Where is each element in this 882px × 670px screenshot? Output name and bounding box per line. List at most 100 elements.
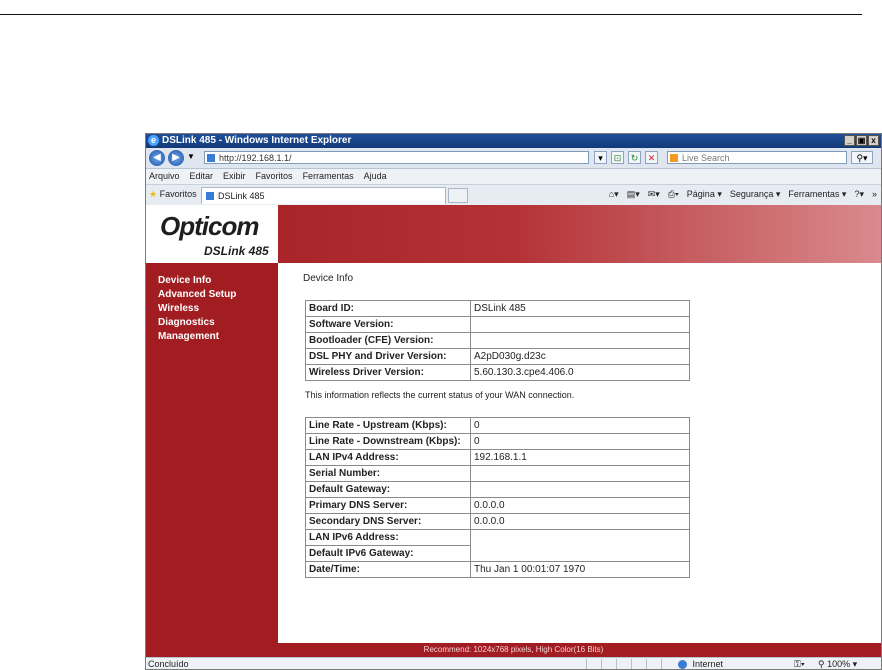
menu-item-favoritos[interactable]: Favoritos xyxy=(256,169,293,184)
search-input[interactable]: Live Search xyxy=(667,151,847,164)
security-menu[interactable]: Segurança ▾ xyxy=(730,189,781,200)
print-icon[interactable]: ⎙▾ xyxy=(668,189,679,200)
favorites-button[interactable]: ★ Favoritos xyxy=(149,189,197,200)
menu-item-editar[interactable]: Editar xyxy=(190,169,214,184)
page-viewport: Opticom DSLink 485 Device Info Advanced … xyxy=(146,205,881,657)
command-bar: ⌂▾ ▤▾ ✉▾ ⎙▾ Página ▾ Segurança ▾ Ferrame… xyxy=(609,189,877,200)
refresh-icon[interactable]: ↻ xyxy=(628,151,641,164)
table-row: Bootloader (CFE) Version: xyxy=(305,332,690,349)
table-row: LAN IPv6 Address: xyxy=(305,529,690,562)
field-value: 0 xyxy=(470,417,690,434)
zone-label: Internet xyxy=(692,659,724,669)
history-dropdown-icon[interactable]: ▼ xyxy=(187,152,195,161)
menu-item-ajuda[interactable]: Ajuda xyxy=(364,169,387,184)
field-label: LAN IPv4 Address: xyxy=(305,449,471,466)
menu-item-arquivo[interactable]: Arquivo xyxy=(149,169,180,184)
page-menu[interactable]: Página ▾ xyxy=(687,189,722,200)
sidebar-item-wireless[interactable]: Wireless xyxy=(158,302,278,316)
table-row: Secondary DNS Server: 0.0.0.0 xyxy=(305,513,690,530)
sidebar: Device Info Advanced Setup Wireless Diag… xyxy=(146,263,278,643)
mail-icon[interactable]: ✉▾ xyxy=(648,189,660,200)
table-row: Default Gateway: xyxy=(305,481,690,498)
status-text: Concluído xyxy=(148,659,189,669)
url-input[interactable]: http://192.168.1.1/ xyxy=(204,151,589,164)
zoom-level: 100% xyxy=(827,659,851,669)
address-bar: ◀ ▶ ▼ http://192.168.1.1/ ▾ ⊡ ↻ ✕ Live S… xyxy=(146,148,881,169)
field-label: Primary DNS Server: xyxy=(305,497,471,514)
field-label: Bootloader (CFE) Version: xyxy=(305,332,471,349)
url-text: http://192.168.1.1/ xyxy=(219,153,292,163)
menu-item-exibir[interactable]: Exibir xyxy=(223,169,246,184)
window-controls: _ ▣ x xyxy=(844,135,879,146)
table-row: Primary DNS Server: 0.0.0.0 xyxy=(305,497,690,514)
field-value xyxy=(470,332,690,349)
star-icon: ★ xyxy=(149,189,158,199)
field-label: Software Version: xyxy=(305,316,471,333)
table-row: LAN IPv4 Address: 192.168.1.1 xyxy=(305,449,690,466)
live-search-icon xyxy=(670,154,678,162)
window-title: DSLink 485 - Windows Internet Explorer xyxy=(162,135,352,146)
logo-brand: Opticom xyxy=(160,211,259,241)
sidebar-item-diagnostics[interactable]: Diagnostics xyxy=(158,316,278,330)
field-label: Line Rate - Upstream (Kbps): xyxy=(305,417,471,434)
security-zone[interactable]: Internet xyxy=(678,658,724,669)
tools-menu[interactable]: Ferramentas ▾ xyxy=(788,189,846,200)
field-value: 0.0.0.0 xyxy=(470,513,690,530)
field-value xyxy=(470,481,690,498)
table-row: Board ID: DSLink 485 xyxy=(305,300,690,317)
favorites-label: Favoritos xyxy=(159,189,197,199)
feeds-icon[interactable]: ▤▾ xyxy=(627,189,640,200)
table-row: Line Rate - Downstream (Kbps): 0 xyxy=(305,433,690,450)
field-label: Board ID: xyxy=(305,300,471,317)
field-value: Thu Jan 1 00:01:07 1970 xyxy=(470,561,690,578)
sidebar-item-management[interactable]: Management xyxy=(158,330,278,344)
back-arrow-icon[interactable]: ◀ xyxy=(149,150,165,166)
sidebar-item-device-info[interactable]: Device Info xyxy=(158,274,278,288)
status-segment xyxy=(601,659,615,669)
field-value: A2pD030g.d23c xyxy=(470,348,690,365)
status-segment xyxy=(631,659,645,669)
footer-recommendation: Recommend: 1024x768 pixels, High Color(1… xyxy=(146,643,881,657)
help-icon[interactable]: ?▾ xyxy=(854,189,864,200)
stop-icon[interactable]: ✕ xyxy=(645,151,658,164)
menu-item-ferramentas[interactable]: Ferramentas xyxy=(303,169,354,184)
field-value xyxy=(470,529,690,562)
maximize-button[interactable]: ▣ xyxy=(856,135,867,146)
field-label: Secondary DNS Server: xyxy=(305,513,471,530)
home-icon[interactable]: ⌂▾ xyxy=(609,189,619,200)
sidebar-item-advanced-setup[interactable]: Advanced Setup xyxy=(158,288,278,302)
title-bar: e DSLink 485 - Windows Internet Explorer… xyxy=(146,134,881,148)
close-button[interactable]: x xyxy=(868,135,879,146)
zoom-control[interactable]: ⚲ 100% ▾ xyxy=(818,658,857,669)
search-icon[interactable]: ⚲▾ xyxy=(851,151,873,164)
field-label: Serial Number: xyxy=(305,465,471,482)
field-value: DSLink 485 xyxy=(470,300,690,317)
status-segment xyxy=(646,659,660,669)
menu-bar: Arquivo Editar Exibir Favoritos Ferramen… xyxy=(146,169,881,185)
favorites-bar: ★ Favoritos DSLink 485 ⌂▾ ▤▾ ✉▾ ⎙▾ Págin… xyxy=(146,185,881,206)
page-title: Device Info xyxy=(303,273,354,284)
status-bar: Concluído Internet ⚿▾ ⚲ 100% ▾ xyxy=(146,657,881,669)
table-row: Line Rate - Upstream (Kbps): 0 xyxy=(305,417,690,434)
document-top-rule xyxy=(0,14,862,15)
main-content: Device Info Board ID: DSLink 485 Software… xyxy=(278,263,881,643)
compatibility-icon[interactable]: ⊡ xyxy=(611,151,624,164)
new-tab-button[interactable] xyxy=(448,188,468,203)
table-row: DSL PHY and Driver Version: A2pD030g.d23c xyxy=(305,348,690,365)
minimize-button[interactable]: _ xyxy=(844,135,855,146)
tab-label: DSLink 485 xyxy=(218,191,265,201)
forward-arrow-icon[interactable]: ▶ xyxy=(168,150,184,166)
tab-dslink[interactable]: DSLink 485 xyxy=(201,187,446,204)
search-placeholder: Live Search xyxy=(682,153,730,163)
more-icon[interactable]: » xyxy=(872,189,877,200)
ie-logo-icon: e xyxy=(148,135,159,146)
header-banner: Opticom DSLink 485 xyxy=(146,205,881,263)
device-info-table: Board ID: DSLink 485 Software Version: Bo… xyxy=(305,300,690,381)
dropdown-icon[interactable]: ▾ xyxy=(594,151,607,164)
field-value: 5.60.130.3.cpe4.406.0 xyxy=(470,364,690,381)
status-segment xyxy=(586,659,600,669)
protected-mode-icon[interactable]: ⚿▾ xyxy=(794,658,805,669)
field-value: 0.0.0.0 xyxy=(470,497,690,514)
wan-status-table: Line Rate - Upstream (Kbps): 0 Line Rate … xyxy=(305,417,690,578)
table-row: Date/Time: Thu Jan 1 00:01:07 1970 xyxy=(305,561,690,578)
